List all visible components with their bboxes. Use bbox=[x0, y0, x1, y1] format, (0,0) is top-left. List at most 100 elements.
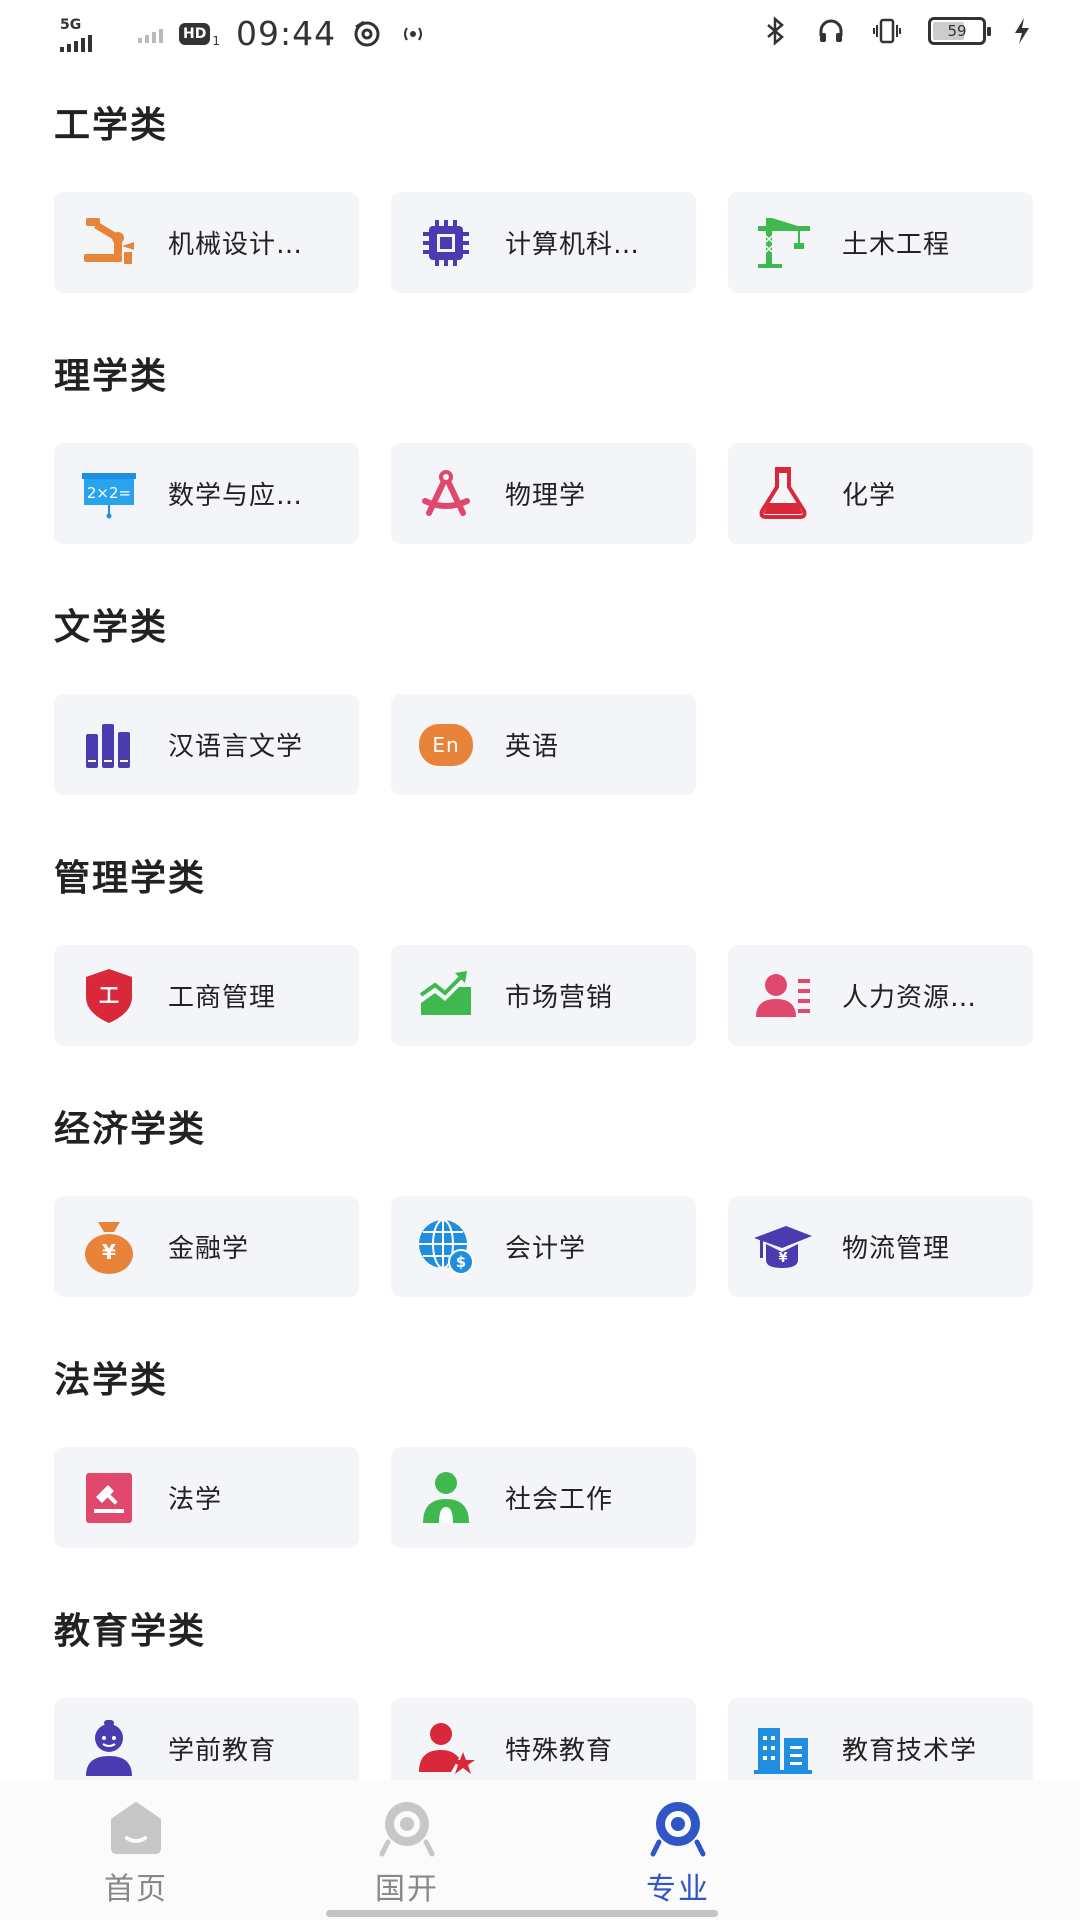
major-grid: 2×2= 数学与应… 物理学 化学 bbox=[54, 443, 1080, 544]
nav-label: 首页 bbox=[104, 1872, 168, 1907]
status-bar-left: 5G HD 1 09:44 bbox=[60, 14, 428, 53]
section-management: 管理学类 工 工商管理 市场营销 人力资源… bbox=[0, 851, 1080, 1046]
chip-icon bbox=[415, 212, 477, 274]
hd-voice-badge: HD bbox=[179, 22, 211, 45]
major-card-english[interactable]: En 英语 bbox=[391, 694, 696, 795]
graduation-cap-icon-text: ¥ bbox=[778, 1250, 788, 1266]
major-label: 会计学 bbox=[505, 1234, 587, 1264]
major-card-mathematics[interactable]: 2×2= 数学与应… bbox=[54, 443, 359, 544]
hotspot-swirl-icon bbox=[354, 20, 380, 46]
major-card-chemistry[interactable]: 化学 bbox=[728, 443, 1033, 544]
major-label: 英语 bbox=[505, 732, 560, 762]
major-label: 人力资源… bbox=[842, 983, 978, 1013]
hd-sub: 1 bbox=[212, 33, 220, 48]
bottom-nav: 首页 国开 专业 bbox=[0, 1780, 1080, 1920]
battery-icon: 59 bbox=[928, 17, 991, 45]
section-title: 工学类 bbox=[54, 105, 169, 146]
gavel-book-icon bbox=[78, 1467, 140, 1529]
major-grid: 法学 社会工作 bbox=[54, 1447, 1080, 1548]
section-science: 理学类 2×2= 数学与应… 物理学 化学 bbox=[0, 349, 1080, 544]
money-bag-icon: ¥ bbox=[78, 1216, 140, 1278]
headphones-icon bbox=[819, 19, 843, 42]
crane-icon bbox=[752, 212, 814, 274]
nfc-signal-icon bbox=[404, 26, 423, 41]
shield-icon: 工 bbox=[78, 965, 140, 1027]
major-card-chinese-literature[interactable]: 汉语言文学 bbox=[54, 694, 359, 795]
section-title: 文学类 bbox=[54, 607, 169, 648]
major-card-physics[interactable]: 物理学 bbox=[391, 443, 696, 544]
major-label: 化学 bbox=[842, 481, 897, 511]
nav-item-home[interactable]: 首页 bbox=[71, 1798, 201, 1908]
status-bar: 5G HD 1 09:44 59 bbox=[0, 0, 1080, 66]
section-title: 管理学类 bbox=[54, 858, 207, 899]
signal-bars-secondary-icon bbox=[138, 25, 163, 43]
major-label: 特殊教育 bbox=[505, 1736, 614, 1766]
major-label: 土木工程 bbox=[842, 230, 951, 260]
home-icon bbox=[111, 1802, 161, 1854]
math-board-icon: 2×2= bbox=[78, 463, 140, 525]
major-label: 教育技术学 bbox=[842, 1736, 978, 1766]
major-card-logistics[interactable]: ¥ 物流管理 bbox=[728, 1196, 1033, 1297]
english-icon: En bbox=[415, 714, 477, 776]
nav-label: 国开 bbox=[375, 1872, 439, 1907]
clock-time: 09:44 bbox=[235, 14, 337, 53]
vibrate-icon bbox=[873, 18, 901, 44]
major-card-social-work[interactable]: 社会工作 bbox=[391, 1447, 696, 1548]
section-title: 法学类 bbox=[54, 1360, 169, 1401]
nav-item-majors[interactable]: 专业 bbox=[613, 1798, 743, 1908]
major-card-finance[interactable]: ¥ 金融学 bbox=[54, 1196, 359, 1297]
building-icon bbox=[752, 1718, 814, 1780]
major-label: 物理学 bbox=[505, 481, 587, 511]
home-indicator[interactable] bbox=[326, 1910, 718, 1917]
cellular-5g-icon: 5G bbox=[60, 16, 96, 52]
major-card-law[interactable]: 法学 bbox=[54, 1447, 359, 1548]
major-card-human-resources[interactable]: 人力资源… bbox=[728, 945, 1033, 1046]
shield-icon-text: 工 bbox=[99, 982, 119, 1007]
major-label: 学前教育 bbox=[168, 1736, 277, 1766]
major-categories: 工学类 机械设计… 计算机科… 土木工程 理学类 2×2= 数学与应… 物理学 … bbox=[0, 90, 1080, 1855]
nav-item-guokai[interactable]: 国开 bbox=[342, 1798, 472, 1908]
major-card-business-admin[interactable]: 工 工商管理 bbox=[54, 945, 359, 1046]
major-label: 物流管理 bbox=[842, 1234, 951, 1264]
eye-icon-active bbox=[650, 1802, 706, 1857]
major-label: 数学与应… bbox=[168, 481, 304, 511]
section-title: 教育学类 bbox=[54, 1611, 207, 1652]
social-worker-icon bbox=[415, 1467, 477, 1529]
major-label: 社会工作 bbox=[505, 1485, 614, 1515]
section-title: 经济学类 bbox=[54, 1109, 207, 1150]
signal-bars-icon bbox=[60, 34, 92, 52]
network-type: 5G bbox=[60, 16, 82, 33]
bluetooth-icon bbox=[767, 16, 784, 46]
section-title: 理学类 bbox=[54, 356, 169, 397]
major-grid: ¥ 金融学 $ 会计学 ¥ 物流管理 bbox=[54, 1196, 1080, 1297]
battery-level: 59 bbox=[947, 22, 967, 40]
major-card-marketing[interactable]: 市场营销 bbox=[391, 945, 696, 1046]
major-label: 法学 bbox=[168, 1485, 223, 1515]
money-bag-icon-text: ¥ bbox=[102, 1239, 116, 1264]
major-card-accounting[interactable]: $ 会计学 bbox=[391, 1196, 696, 1297]
major-label: 金融学 bbox=[168, 1234, 250, 1264]
major-card-mechanical[interactable]: 机械设计… bbox=[54, 192, 359, 293]
robot-arm-icon bbox=[78, 212, 140, 274]
trend-chart-icon bbox=[415, 965, 477, 1027]
major-grid: 汉语言文学 En 英语 bbox=[54, 694, 1080, 795]
person-list-icon bbox=[752, 965, 814, 1027]
nav-label: 专业 bbox=[646, 1872, 710, 1907]
major-label: 市场营销 bbox=[505, 983, 614, 1013]
english-icon-text: En bbox=[432, 732, 460, 757]
person-star-icon bbox=[415, 1718, 477, 1780]
globe-dollar-icon-text: $ bbox=[455, 1252, 467, 1271]
major-grid: 机械设计… 计算机科… 土木工程 bbox=[54, 192, 1080, 293]
major-card-computer-science[interactable]: 计算机科… bbox=[391, 192, 696, 293]
graduation-cap-icon: ¥ bbox=[752, 1216, 814, 1278]
section-engineering: 工学类 机械设计… 计算机科… 土木工程 bbox=[0, 98, 1080, 293]
major-card-civil-engineering[interactable]: 土木工程 bbox=[728, 192, 1033, 293]
section-literature: 文学类 汉语言文学 En 英语 bbox=[0, 600, 1080, 795]
major-label: 计算机科… bbox=[505, 230, 641, 260]
flask-icon bbox=[752, 463, 814, 525]
charging-bolt-icon bbox=[1015, 18, 1029, 44]
section-economics: 经济学类 ¥ 金融学 $ 会计学 ¥ 物流管理 bbox=[0, 1102, 1080, 1297]
major-grid: 工 工商管理 市场营销 人力资源… bbox=[54, 945, 1080, 1046]
eye-icon bbox=[379, 1802, 435, 1857]
section-education: 教育学类 学前教育 特殊教育 教育技术学 bbox=[0, 1604, 1080, 1799]
